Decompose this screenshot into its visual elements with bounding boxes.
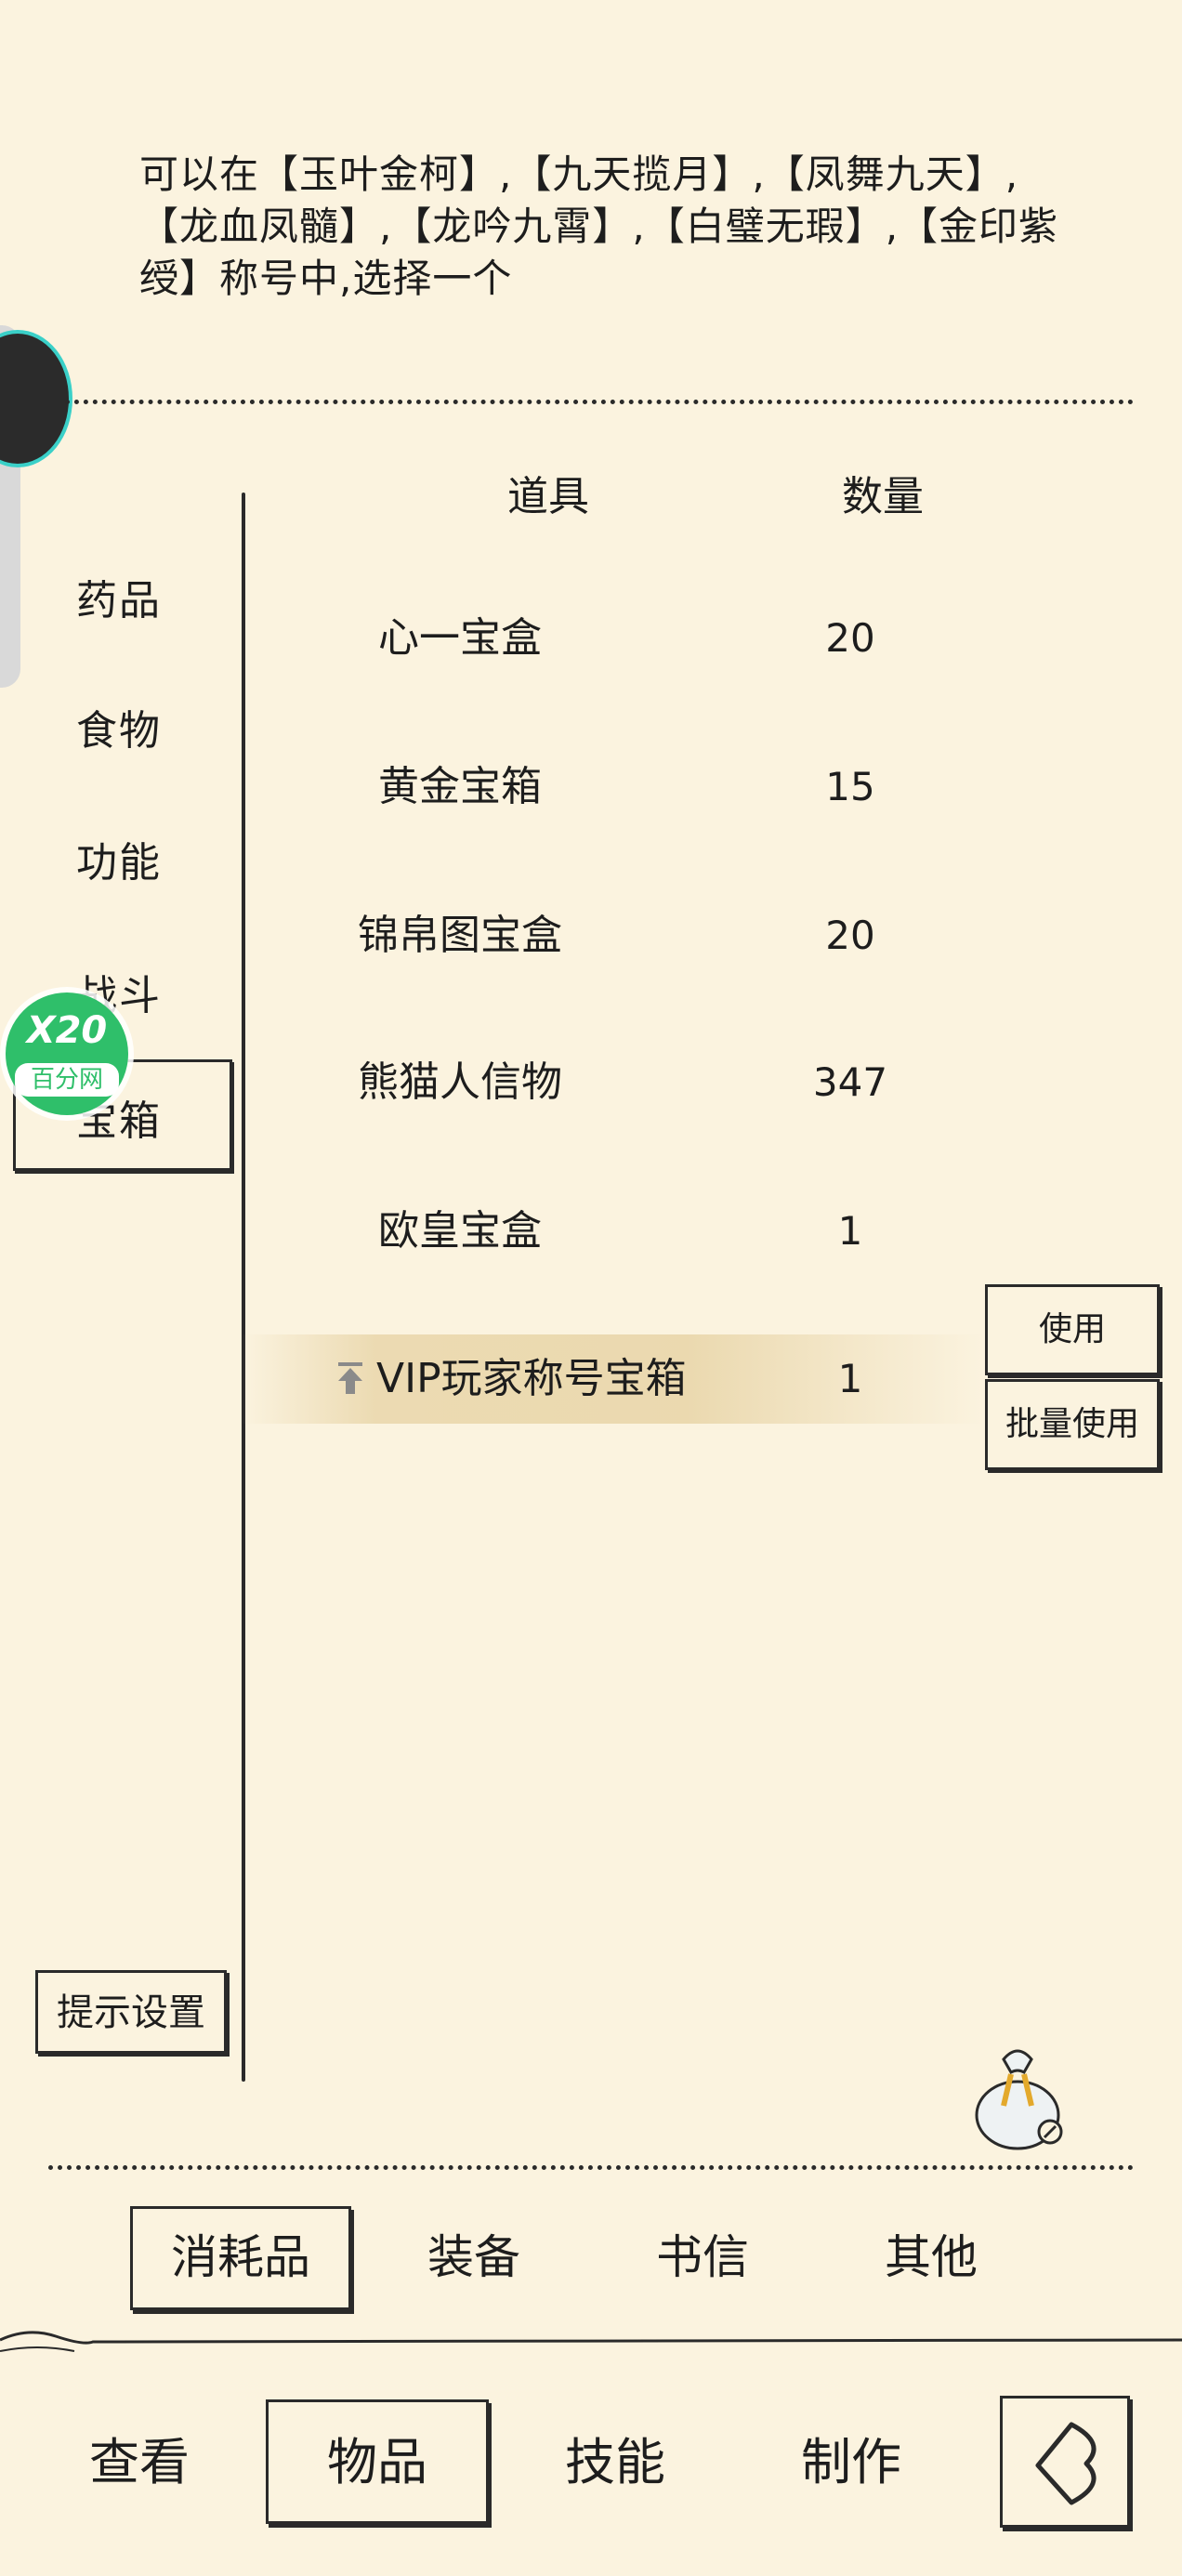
column-header-item: 道具 [507, 473, 589, 520]
floating-assistant-icon[interactable] [0, 330, 72, 467]
item-qty: 347 [812, 1059, 888, 1105]
nav-items[interactable]: 物品 [266, 2402, 489, 2523]
tab-others[interactable]: 其他 [829, 2208, 1033, 2307]
item-row[interactable]: 心一宝盒 20 [260, 597, 966, 680]
item-row[interactable]: 黄金宝箱 15 [260, 745, 966, 829]
nav-view[interactable]: 查看 [37, 2402, 242, 2523]
batch-use-button[interactable]: 批量使用 [985, 1379, 1160, 1470]
item-row[interactable]: 欧皇宝盒 1 [260, 1189, 966, 1273]
item-qty: 15 [825, 764, 875, 809]
tab-consumables[interactable]: 消耗品 [130, 2208, 351, 2307]
category-function[interactable]: 功能 [76, 829, 162, 888]
item-name: 熊猫人信物 [358, 1058, 562, 1106]
watermark-text: X20 [26, 1009, 108, 1052]
arrow-up-icon [336, 1362, 364, 1396]
item-description: 可以在【玉叶金柯】,【九天揽月】,【凤舞九天】,【龙血凤髓】,【龙吟九霄】,【白… [139, 151, 1059, 301]
item-name: VIP玩家称号宝箱 [376, 1355, 687, 1402]
nav-craft[interactable]: 制作 [749, 2402, 953, 2523]
category-divider [242, 493, 245, 2082]
decorative-wave [0, 2323, 1182, 2360]
item-name: 欧皇宝盒 [378, 1207, 542, 1255]
money-bag-icon[interactable] [966, 2041, 1069, 2152]
item-row-selected[interactable]: VIP玩家称号宝箱 1 [242, 1334, 985, 1424]
item-qty: 1 [837, 1208, 863, 1254]
watermark-badge: X20 百分网 [6, 992, 128, 1115]
category-food[interactable]: 食物 [76, 697, 162, 756]
category-medicine[interactable]: 药品 [76, 567, 162, 626]
item-name: 锦帛图宝盒 [358, 912, 562, 959]
item-qty: 20 [825, 615, 875, 661]
item-row[interactable]: 锦帛图宝盒 20 [260, 894, 966, 978]
item-qty: 1 [837, 1356, 863, 1401]
column-header-qty: 数量 [842, 473, 924, 520]
watermark-site: 百分网 [15, 1063, 119, 1097]
tab-equipment[interactable]: 装备 [372, 2208, 576, 2307]
top-divider [65, 400, 1134, 404]
back-button[interactable] [1000, 2396, 1130, 2528]
bottom-divider [48, 2165, 1134, 2170]
use-button[interactable]: 使用 [985, 1284, 1160, 1375]
item-name: 心一宝盒 [378, 614, 542, 662]
item-row[interactable]: 熊猫人信物 347 [260, 1041, 966, 1124]
back-arrow-icon [1021, 2417, 1110, 2514]
tab-letters[interactable]: 书信 [600, 2208, 805, 2307]
item-qty: 20 [825, 913, 875, 958]
item-name: 黄金宝箱 [378, 763, 542, 810]
hint-settings-button[interactable]: 提示设置 [35, 1970, 227, 2054]
nav-skills[interactable]: 技能 [513, 2402, 717, 2523]
